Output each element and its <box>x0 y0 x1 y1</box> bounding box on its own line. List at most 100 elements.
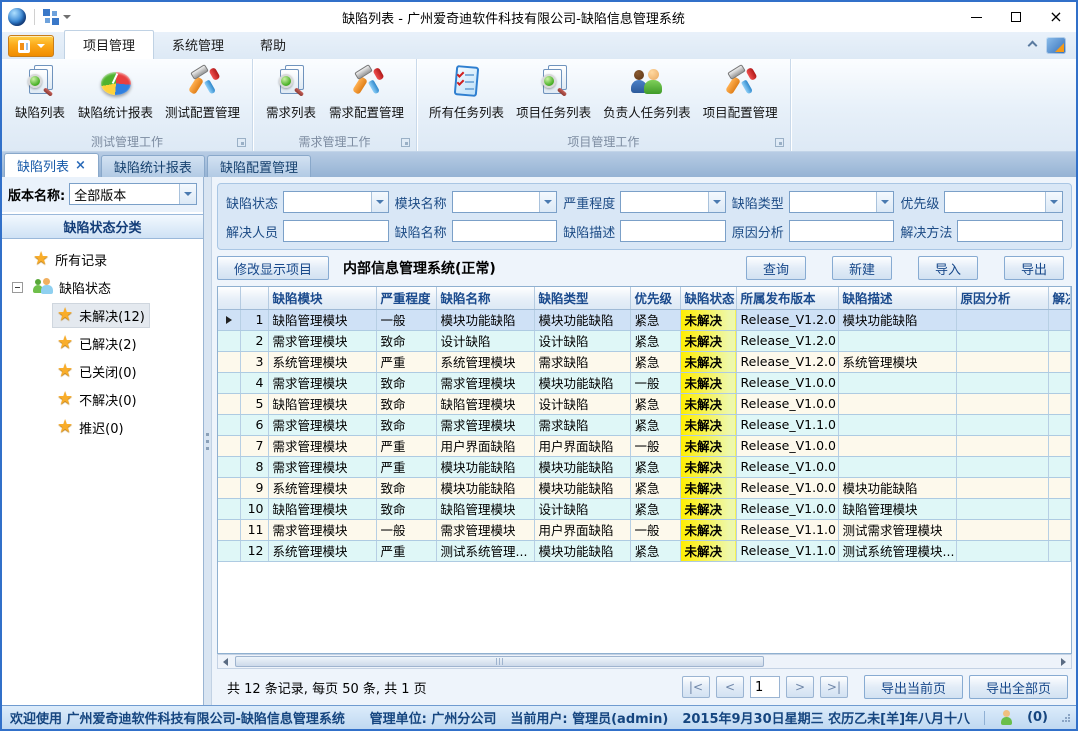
cell-type[interactable]: 需求缺陷 <box>534 414 630 435</box>
table-row[interactable]: 11需求管理模块一般需求管理模块用户界面缺陷一般未解决Release_V1.1.… <box>218 519 1071 540</box>
table-row[interactable]: 6需求管理模块致命需求管理模块需求缺陷紧急未解决Release_V1.1.0 <box>218 414 1071 435</box>
cell-type[interactable]: 模块功能缺陷 <box>534 372 630 393</box>
cell-desc[interactable] <box>838 393 956 414</box>
cell-desc[interactable]: 测试需求管理模块 <box>838 519 956 540</box>
minimize-button[interactable] <box>956 2 996 32</box>
cell-cause[interactable] <box>956 414 1048 435</box>
cell-solution[interactable] <box>1048 393 1071 414</box>
cell-type[interactable]: 设计缺陷 <box>534 498 630 519</box>
resize-grip-icon[interactable] <box>1062 714 1070 722</box>
cell-severity[interactable]: 致命 <box>376 414 436 435</box>
cell-severity[interactable]: 严重 <box>376 456 436 477</box>
tree-item-0[interactable]: ★所有记录 <box>12 245 203 273</box>
row-indicator[interactable] <box>218 393 240 414</box>
table-row[interactable]: 4需求管理模块致命需求管理模块模块功能缺陷一般未解决Release_V1.0.0 <box>218 372 1071 393</box>
dialog-launcher-icon[interactable] <box>401 138 410 147</box>
table-row[interactable]: 7需求管理模块严重用户界面缺陷用户界面缺陷一般未解决Release_V1.0.0 <box>218 435 1071 456</box>
cell-module[interactable]: 缺陷管理模块 <box>268 309 376 330</box>
horizontal-scrollbar[interactable] <box>217 654 1072 669</box>
cell-release[interactable]: Release_V1.0.0 <box>736 456 838 477</box>
column-header-name[interactable]: 缺陷名称 <box>436 287 534 309</box>
cell-type[interactable]: 设计缺陷 <box>534 393 630 414</box>
cell-severity[interactable]: 致命 <box>376 477 436 498</box>
ribbon-button[interactable]: 需求列表 <box>259 62 323 123</box>
select-caret-icon[interactable] <box>876 192 893 212</box>
cell-status[interactable]: 未解决 <box>680 393 736 414</box>
cell-module[interactable]: 需求管理模块 <box>268 414 376 435</box>
messenger-user-icon[interactable] <box>999 710 1013 725</box>
cell-name[interactable]: 需求管理模块 <box>436 519 534 540</box>
cell-module[interactable]: 系统管理模块 <box>268 540 376 561</box>
cell-severity[interactable]: 一般 <box>376 519 436 540</box>
cell-status[interactable]: 未解决 <box>680 540 736 561</box>
cell-solution[interactable] <box>1048 519 1071 540</box>
cell-name[interactable]: 需求管理模块 <box>436 372 534 393</box>
next-page-button[interactable]: > <box>786 676 814 698</box>
filter-input-解决人员[interactable] <box>283 220 389 242</box>
cell-solution[interactable] <box>1048 351 1071 372</box>
ribbon-button[interactable]: 所有任务列表 <box>423 62 510 123</box>
cell-solution[interactable] <box>1048 330 1071 351</box>
cell-solution[interactable] <box>1048 477 1071 498</box>
cell-status[interactable]: 未解决 <box>680 498 736 519</box>
cell-name[interactable]: 设计缺陷 <box>436 330 534 351</box>
filter-input-原因分析[interactable] <box>789 220 895 242</box>
scroll-right-icon[interactable] <box>1056 655 1071 668</box>
cell-desc[interactable]: 模块功能缺陷 <box>838 309 956 330</box>
table-row[interactable]: 9系统管理模块致命模块功能缺陷模块功能缺陷紧急未解决Release_V1.0.0… <box>218 477 1071 498</box>
cell-cause[interactable] <box>956 519 1048 540</box>
cell-module[interactable]: 需求管理模块 <box>268 372 376 393</box>
scroll-left-icon[interactable] <box>218 655 233 668</box>
cell-type[interactable]: 用户界面缺陷 <box>534 435 630 456</box>
ribbon-tab-0[interactable]: 项目管理 <box>64 30 154 59</box>
cell-priority[interactable]: 紧急 <box>630 456 680 477</box>
modify-columns-button[interactable]: 修改显示项目 <box>217 256 329 280</box>
ribbon-button[interactable]: 缺陷列表 <box>8 62 72 123</box>
collapse-ribbon-icon[interactable] <box>1028 41 1038 51</box>
select-caret-icon[interactable] <box>371 192 388 212</box>
cell-solution[interactable] <box>1048 435 1071 456</box>
cell-solution[interactable] <box>1048 414 1071 435</box>
cell-cause[interactable] <box>956 498 1048 519</box>
filter-input-缺陷名称[interactable] <box>452 220 558 242</box>
cell-name[interactable]: 需求管理模块 <box>436 414 534 435</box>
ribbon-tab-1[interactable]: 系统管理 <box>154 31 242 59</box>
ribbon-button[interactable]: 负责人任务列表 <box>597 62 697 123</box>
tree-item-1[interactable]: 缺陷状态 <box>12 273 203 301</box>
dialog-launcher-icon[interactable] <box>775 138 784 147</box>
tree-expander-icon[interactable] <box>12 282 23 293</box>
cell-priority[interactable]: 一般 <box>630 372 680 393</box>
cell-desc[interactable] <box>838 435 956 456</box>
cell-release[interactable]: Release_V1.1.0 <box>736 414 838 435</box>
doc-tab-1[interactable]: 缺陷统计报表 <box>101 155 205 177</box>
skin-style-icon[interactable] <box>1046 37 1066 54</box>
tree-item-5[interactable]: ★不解决(0) <box>12 385 203 413</box>
doc-tab-0[interactable]: 缺陷列表× <box>4 153 99 177</box>
cell-cause[interactable] <box>956 540 1048 561</box>
cell-severity[interactable]: 严重 <box>376 540 436 561</box>
cell-type[interactable]: 模块功能缺陷 <box>534 477 630 498</box>
filter-select-缺陷状态[interactable] <box>283 191 389 213</box>
row-indicator[interactable] <box>218 309 240 330</box>
cell-type[interactable]: 模块功能缺陷 <box>534 309 630 330</box>
cell-priority[interactable]: 一般 <box>630 519 680 540</box>
cell-status[interactable]: 未解决 <box>680 456 736 477</box>
cell-type[interactable]: 模块功能缺陷 <box>534 456 630 477</box>
cell-name[interactable]: 模块功能缺陷 <box>436 309 534 330</box>
cell-status[interactable]: 未解决 <box>680 477 736 498</box>
cell-release[interactable]: Release_V1.2.0 <box>736 309 838 330</box>
export-current-page-button[interactable]: 导出当前页 <box>864 675 963 699</box>
cell-release[interactable]: Release_V1.1.0 <box>736 519 838 540</box>
table-row[interactable]: 3系统管理模块严重系统管理模块需求缺陷紧急未解决Release_V1.2.0系统… <box>218 351 1071 372</box>
table-row[interactable]: 10缺陷管理模块致命缺陷管理模块设计缺陷紧急未解决Release_V1.0.0缺… <box>218 498 1071 519</box>
cell-priority[interactable]: 一般 <box>630 435 680 456</box>
cell-release[interactable]: Release_V1.0.0 <box>736 498 838 519</box>
cell-module[interactable]: 缺陷管理模块 <box>268 393 376 414</box>
cell-module[interactable]: 系统管理模块 <box>268 351 376 372</box>
version-select[interactable]: 全部版本 <box>69 183 197 205</box>
row-indicator[interactable] <box>218 498 240 519</box>
filter-select-优先级[interactable] <box>944 191 1063 213</box>
cell-priority[interactable]: 紧急 <box>630 309 680 330</box>
dialog-launcher-icon[interactable] <box>237 138 246 147</box>
table-row[interactable]: 5缺陷管理模块致命缺陷管理模块设计缺陷紧急未解决Release_V1.0.0 <box>218 393 1071 414</box>
